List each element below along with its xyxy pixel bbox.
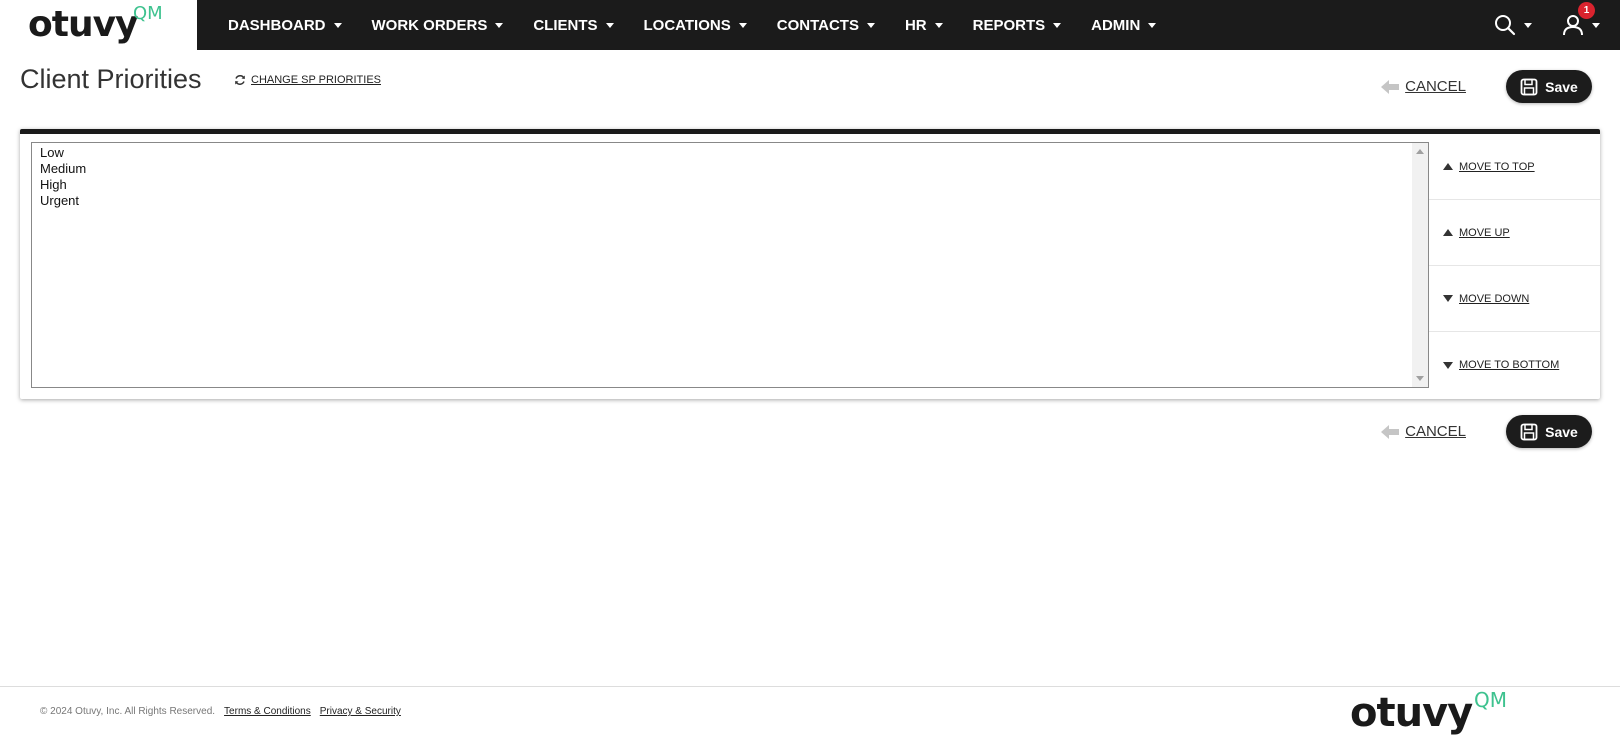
nav-contacts[interactable]: CONTACTS — [777, 17, 875, 34]
top-actions: CANCEL Save — [1381, 70, 1592, 103]
caret-down-icon — [1053, 22, 1062, 28]
nav-clients[interactable]: CLIENTS — [533, 16, 614, 34]
logo-wordmark: otuvy — [28, 4, 139, 45]
save-button[interactable]: Save — [1506, 70, 1592, 103]
move-down-label: MOVE DOWN — [1459, 292, 1530, 305]
top-navbar: otuvy QM DASHBOARD WORK ORDERS CLIENTS L… — [0, 0, 1620, 50]
caret-down-icon — [738, 22, 747, 28]
nav-locations[interactable]: LOCATIONS — [644, 17, 747, 34]
cancel-button[interactable]: CANCEL — [1381, 78, 1466, 95]
bottom-actions: CANCEL Save — [1381, 415, 1592, 448]
move-to-bottom-label: MOVE TO BOTTOM — [1459, 359, 1560, 371]
privacy-link[interactable]: Privacy & Security — [320, 706, 401, 717]
nav-label: WORK ORDERS — [371, 16, 488, 34]
nav-right-tools: 1 — [1464, 0, 1600, 50]
nav-label: LOCATIONS — [643, 16, 731, 34]
floppy-disk-icon — [1520, 78, 1538, 95]
nav-dashboard[interactable]: DASHBOARD — [228, 17, 342, 34]
nav-admin[interactable]: ADMIN — [1091, 16, 1157, 34]
change-link-label: CHANGE SP PRIORITIES — [251, 74, 381, 86]
scroll-down-arrow-icon[interactable] — [1416, 376, 1424, 381]
move-to-bottom-button[interactable]: MOVE TO BOTTOM — [1429, 332, 1600, 398]
caret-down-icon — [1592, 22, 1600, 28]
search-icon — [1495, 15, 1516, 36]
nav-reports[interactable]: REPORTS — [973, 17, 1062, 34]
search-menu[interactable] — [1494, 14, 1532, 36]
cancel-button[interactable]: CANCEL — [1381, 423, 1466, 440]
scrollbar[interactable] — [1412, 143, 1428, 387]
triangle-down-icon — [1443, 361, 1453, 369]
save-button[interactable]: Save — [1506, 415, 1592, 448]
nav-label: ADMIN — [1091, 16, 1141, 34]
move-to-top-label: MOVE TO TOP — [1459, 160, 1535, 173]
triangle-up-icon — [1443, 229, 1453, 236]
notification-badge: 1 — [1578, 2, 1595, 19]
move-down-button[interactable]: MOVE DOWN — [1429, 266, 1600, 332]
priorities-list: Low Medium High Urgent — [32, 145, 86, 209]
caret-down-icon — [1524, 22, 1532, 28]
move-to-top-button[interactable]: MOVE TO TOP — [1429, 134, 1600, 200]
nav-label: CONTACTS — [776, 16, 859, 34]
arrow-left-icon — [1381, 424, 1400, 439]
nav-label: DASHBOARD — [228, 16, 326, 34]
save-label: Save — [1545, 78, 1578, 95]
logo-suffix: QM — [133, 3, 163, 24]
nav-work-orders[interactable]: WORK ORDERS — [372, 17, 504, 34]
list-item[interactable]: Medium — [32, 161, 86, 177]
arrow-left-icon — [1381, 79, 1400, 94]
caret-down-icon — [934, 22, 943, 28]
footer-logo-suffix: QM — [1474, 688, 1507, 712]
user-menu[interactable]: 1 — [1562, 2, 1600, 36]
nav-hr[interactable]: HR — [905, 17, 943, 34]
nav-label: HR — [904, 16, 927, 34]
caret-down-icon — [333, 22, 342, 28]
move-up-button[interactable]: MOVE UP — [1429, 200, 1600, 266]
move-controls: MOVE TO TOP MOVE UP MOVE DOWN MOVE TO BO… — [1429, 134, 1600, 399]
caret-down-icon — [605, 22, 614, 28]
terms-link[interactable]: Terms & Conditions — [224, 706, 311, 717]
list-item[interactable]: Low — [32, 145, 86, 161]
priorities-listbox[interactable]: Low Medium High Urgent — [31, 142, 1429, 388]
caret-down-icon — [495, 22, 504, 28]
refresh-icon — [235, 75, 245, 85]
triangle-up-icon — [1443, 163, 1453, 170]
floppy-disk-icon — [1520, 423, 1538, 440]
brand-logo[interactable]: otuvy QM — [0, 0, 197, 50]
nav-label: CLIENTS — [533, 16, 598, 34]
cancel-label: CANCEL — [1405, 78, 1466, 95]
footer-divider — [0, 686, 1620, 687]
scroll-up-arrow-icon[interactable] — [1416, 149, 1424, 154]
main-nav: DASHBOARD WORK ORDERS CLIENTS LOCATIONS … — [197, 0, 1620, 50]
footer: © 2024 Otuvy, Inc. All Rights Reserved. … — [40, 706, 401, 717]
save-label: Save — [1545, 423, 1578, 440]
move-up-label: MOVE UP — [1459, 226, 1510, 239]
list-item[interactable]: Urgent — [32, 193, 86, 209]
triangle-down-icon — [1443, 295, 1453, 302]
page-title: Client Priorities — [20, 64, 202, 94]
nav-label: REPORTS — [972, 16, 1046, 34]
priorities-panel: Low Medium High Urgent MOVE TO TOP MOVE … — [20, 129, 1600, 399]
footer-logo-wordmark: otuvy — [1350, 690, 1473, 736]
cancel-label: CANCEL — [1405, 423, 1466, 440]
caret-down-icon — [866, 22, 875, 28]
change-sp-priorities-link[interactable]: CHANGE SP PRIORITIES — [234, 74, 381, 86]
list-item[interactable]: High — [32, 177, 86, 193]
caret-down-icon — [1148, 22, 1157, 28]
copyright-text: © 2024 Otuvy, Inc. All Rights Reserved. — [40, 706, 216, 717]
